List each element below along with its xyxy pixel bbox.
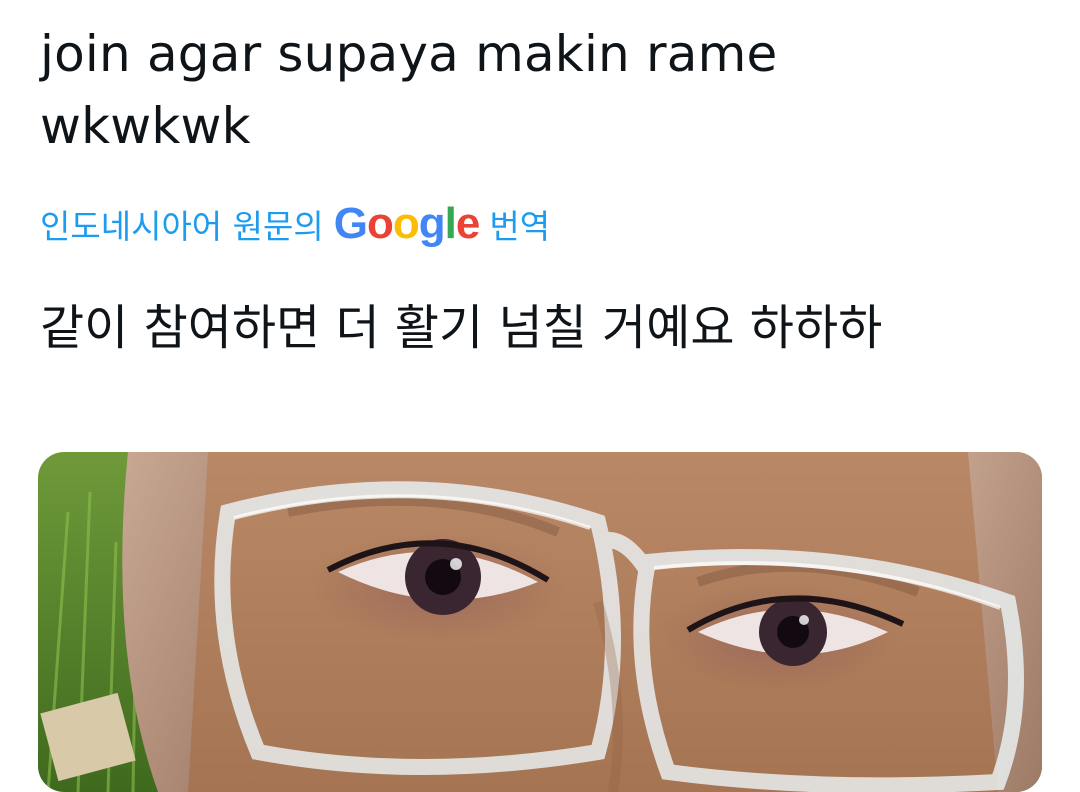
google-letter-o2: o bbox=[392, 199, 420, 248]
translated-text: 같이 참여하면 더 활기 넘칠 거예요 하하하 bbox=[40, 300, 883, 356]
google-letter-g2: g bbox=[418, 199, 446, 248]
photo-image bbox=[38, 452, 1042, 792]
translate-label-suffix: 번역 bbox=[489, 207, 551, 246]
translate-label-prefix: 인도네시아어 원문의 bbox=[40, 207, 324, 246]
post-text: join agar supaya makin rame wkwkwk bbox=[40, 25, 778, 155]
media-photo[interactable] bbox=[38, 452, 1042, 792]
google-letter-o1: o bbox=[366, 199, 394, 248]
translate-link[interactable]: 인도네시아어 원문의 Google 번역 bbox=[40, 196, 550, 252]
google-letter-e: e bbox=[455, 199, 481, 248]
google-letter-g: G bbox=[333, 199, 368, 248]
google-letter-l: l bbox=[444, 199, 457, 248]
google-logo: Google bbox=[333, 199, 481, 249]
